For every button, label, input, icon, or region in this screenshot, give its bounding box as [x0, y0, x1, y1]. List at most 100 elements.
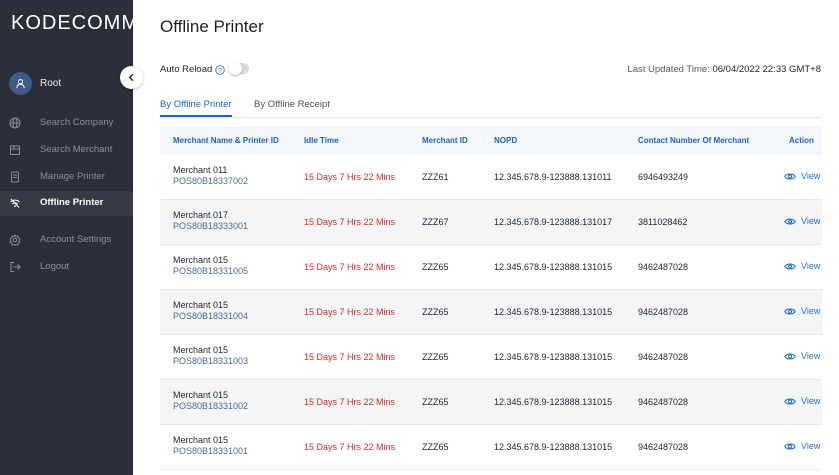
sidebar-item-label: Account Settings: [40, 234, 112, 245]
last-updated-value: 06/04/2022 22:33 GMT+8: [712, 64, 821, 75]
idle-time: 15 Days 7 Hrs 22 Mins: [304, 442, 396, 452]
help-icon[interactable]: ?: [215, 64, 226, 75]
table-row: Merchant 015 POS80B18331003 15 Days 7 Hr…: [160, 335, 822, 380]
view-label: View: [801, 306, 821, 316]
view-button[interactable]: View: [784, 351, 820, 361]
table-body: Merchant 011 POS80B18337002 15 Days 7 Hr…: [160, 155, 822, 470]
column-header[interactable]: Merchant ID: [422, 136, 468, 145]
sidebar-item-manage-printer[interactable]: Manage Printer: [0, 165, 133, 189]
collapse-sidebar-button[interactable]: [120, 66, 143, 89]
printer-id: POS80B18331004: [173, 311, 249, 321]
app-logo: KODECOMM: [11, 12, 139, 34]
table-row: Merchant 011 POS80B18337002 15 Days 7 Hr…: [160, 155, 822, 200]
merchant-cell: Merchant 015 POS80B18331001: [173, 435, 248, 456]
sidebar-item-label: Manage Printer: [40, 171, 105, 182]
view-label: View: [801, 351, 821, 361]
sidebar-item-label: Offline Printer: [40, 197, 104, 208]
sidebar-item-account-settings[interactable]: Account Settings: [0, 228, 133, 252]
nopd: 12.345.678.9-123888.131015: [494, 397, 613, 407]
nopd: 12.345.678.9-123888.131015: [494, 262, 613, 272]
merchant-id: ZZZ67: [422, 217, 449, 227]
sidebar-item-label: Search Company: [40, 117, 114, 128]
idle-time: 15 Days 7 Hrs 22 Mins: [304, 262, 396, 272]
merchant-id: ZZZ65: [422, 397, 449, 407]
printer-id: POS80B18331003: [173, 356, 249, 366]
merchant-id: ZZZ61: [422, 172, 449, 182]
contact-number: 9462487028: [638, 397, 689, 407]
merchant-name: Merchant 015: [173, 345, 229, 355]
view-label: View: [801, 216, 821, 226]
column-header[interactable]: Action: [789, 136, 814, 145]
view-label: View: [801, 396, 821, 406]
printer-id: POS80B18331005: [173, 266, 249, 276]
sidebar-item-offline-printer[interactable]: Offline Printer: [0, 191, 133, 216]
auto-reload-text: Auto Reload: [160, 64, 213, 75]
chevron-left-icon: [128, 73, 134, 82]
printer-id: POS80B18331001: [173, 446, 249, 456]
eye-icon: [784, 352, 796, 360]
view-button[interactable]: View: [784, 261, 820, 271]
user-name: Root: [40, 78, 62, 89]
nopd: 12.345.678.9-123888.131015: [494, 442, 613, 452]
column-header[interactable]: NOPD: [494, 136, 517, 145]
merchant-cell: Merchant 015 POS80B18331002: [173, 390, 248, 411]
wifi-off-icon: [10, 198, 20, 208]
eye-icon: [784, 217, 796, 225]
merchant-name: Merchant 015: [173, 300, 229, 310]
sidebar-item-logout[interactable]: Logout: [0, 255, 133, 279]
sidebar-item-search-merchant[interactable]: Search Merchant: [0, 138, 133, 162]
merchant-name: Merchant 017: [173, 210, 229, 220]
last-updated-label: Last Updated Time:: [627, 64, 710, 75]
store-icon: [10, 145, 20, 155]
auto-reload-label: Auto Reload ?: [160, 64, 226, 75]
contact-number: 9462487028: [638, 262, 689, 272]
table-row: Merchant 015 POS80B18331002 15 Days 7 Hr…: [160, 380, 822, 425]
view-button[interactable]: View: [784, 171, 820, 181]
column-header[interactable]: Contact Number Of Merchant: [638, 136, 749, 145]
view-label: View: [801, 261, 821, 271]
contact-number: 6946493249: [638, 172, 689, 182]
page-title: Offline Printer: [160, 17, 264, 36]
tab-by-offline-receipt[interactable]: By Offline Receipt: [254, 99, 330, 115]
merchant-id: ZZZ65: [422, 262, 449, 272]
column-header[interactable]: Merchant Name & Printer ID: [173, 136, 279, 145]
idle-time: 15 Days 7 Hrs 22 Mins: [304, 217, 396, 227]
merchant-cell: Merchant 017 POS80B18333001: [173, 210, 248, 231]
sidebar-item-label: Search Merchant: [40, 144, 113, 155]
view-label: View: [801, 171, 821, 181]
printer-id: POS80B18337002: [173, 176, 249, 186]
auto-reload-toggle[interactable]: [229, 62, 249, 75]
table-row: Merchant 017 POS80B18333001 15 Days 7 Hr…: [160, 200, 822, 245]
view-button[interactable]: View: [784, 441, 820, 451]
contact-number: 9462487028: [638, 442, 689, 452]
svg-text:?: ?: [218, 67, 222, 74]
idle-time: 15 Days 7 Hrs 22 Mins: [304, 172, 396, 182]
printer-id: POS80B18331002: [173, 401, 249, 411]
merchant-id: ZZZ65: [422, 307, 449, 317]
globe-icon: [9, 117, 21, 129]
sidebar: KODECOMM Root Search Company Search Merc…: [0, 0, 138, 475]
view-button[interactable]: View: [784, 216, 820, 226]
contact-number: 3811028462: [638, 217, 688, 227]
tab-by-offline-printer[interactable]: By Offline Printer: [160, 99, 232, 117]
table-row: Merchant 015 POS80B18331004 15 Days 7 Hr…: [160, 290, 822, 335]
nopd: 12.345.678.9-123888.131017: [494, 217, 613, 227]
eye-icon: [784, 262, 796, 270]
view-label: View: [801, 441, 821, 451]
eye-icon: [784, 442, 796, 450]
toggle-knob: [229, 62, 242, 75]
column-header[interactable]: Idle Time: [304, 136, 339, 145]
view-button[interactable]: View: [784, 396, 820, 406]
idle-time: 15 Days 7 Hrs 22 Mins: [304, 397, 396, 407]
offline-printer-table: Merchant Name & Printer ID Idle Time Mer…: [160, 126, 822, 470]
merchant-name: Merchant 015: [173, 255, 229, 265]
table-row: Merchant 015 POS80B18331005 15 Days 7 Hr…: [160, 245, 822, 290]
user-profile[interactable]: Root: [9, 72, 61, 95]
eye-icon: [784, 307, 796, 315]
logout-icon: [10, 262, 21, 272]
nopd: 12.345.678.9-123888.131015: [494, 352, 613, 362]
merchant-name: Merchant 015: [173, 390, 229, 400]
printer-icon: [11, 171, 19, 183]
view-button[interactable]: View: [784, 306, 820, 316]
sidebar-item-search-company[interactable]: Search Company: [0, 111, 133, 135]
